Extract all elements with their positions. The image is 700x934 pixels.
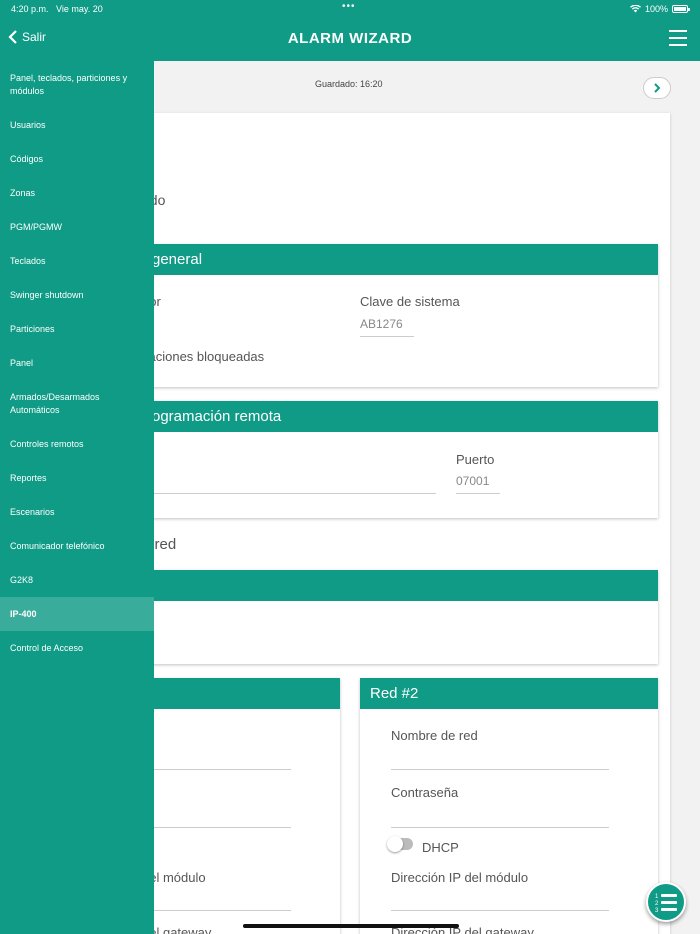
sidebar-item-codes[interactable]: Códigos [0, 142, 154, 176]
numbered-list-icon: 1 2 3 [655, 894, 677, 912]
port-label: Puerto [456, 452, 495, 467]
net2-ip-input[interactable] [391, 910, 609, 911]
sidebar-item-swinger[interactable]: Swinger shutdown [0, 278, 154, 312]
battery-percent: 100% [644, 4, 668, 14]
sidebar-item-pgm[interactable]: PGM/PGMW [0, 210, 154, 244]
ip400-card: ado general dor Clave de sistema AB1276 … [142, 113, 670, 934]
app-title: ALARM WIZARD [287, 30, 413, 47]
sidebar-item-panel[interactable]: Panel [0, 346, 154, 380]
svg-text:1: 1 [655, 894, 659, 900]
numbered-list-button[interactable]: 1 2 3 [646, 882, 686, 922]
dhcp-label: DHCP [422, 840, 459, 855]
sidebar-item-users[interactable]: Usuarios [0, 108, 154, 142]
sidebar-item-remotes[interactable]: Controles remotos [0, 427, 154, 461]
sidebar-item-zones[interactable]: Zonas [0, 176, 154, 210]
svg-text:2: 2 [655, 901, 659, 907]
sidebar-item-partitions[interactable]: Particiones [0, 312, 154, 346]
battery-icon [672, 5, 690, 13]
general-card: general dor Clave de sistema AB1276 caci… [142, 244, 658, 387]
blocked-label: caciones bloqueadas [142, 349, 265, 364]
net2-header: Red #2 [360, 678, 658, 709]
net1-password-input[interactable] [142, 827, 291, 828]
sidebar-item-access-control[interactable]: Control de Acceso [0, 631, 154, 665]
wifi-icon [629, 5, 641, 13]
system-key-underline [360, 336, 414, 337]
network-mode-header [142, 570, 658, 601]
sidebar-item-ip400[interactable]: IP-400 [0, 597, 154, 631]
remote-header: ogramación remota [142, 401, 658, 432]
status-bar: 4:20 p.m. Vie may. 20 ••• 100% [0, 0, 700, 18]
dhcp-toggle[interactable] [387, 836, 413, 852]
general-header: general [142, 244, 658, 275]
svg-text:3: 3 [655, 908, 659, 912]
sidebar-item-reports[interactable]: Reportes [0, 461, 154, 495]
system-key-label: Clave de sistema [360, 294, 460, 309]
saved-status: Guardado: 16:20 [315, 79, 383, 89]
net1-name-input[interactable] [142, 769, 291, 770]
port-underline [456, 493, 500, 494]
home-indicator[interactable] [243, 924, 459, 928]
net1-header [142, 678, 340, 709]
multitasking-dots-icon[interactable]: ••• [342, 1, 356, 12]
net2-password-input[interactable] [391, 827, 609, 828]
net2-password-label: Contraseña [391, 785, 459, 800]
net2-card: Red #2 Nombre de red Contraseña DHCP Dir… [360, 678, 658, 934]
sidebar-item-phone-communicator[interactable]: Comunicador telefónico [0, 529, 154, 563]
status-right: 100% [629, 4, 690, 14]
sidebar: Panel, teclados, particiones y módulos U… [0, 61, 154, 934]
sidebar-item-g2k8[interactable]: G2K8 [0, 563, 154, 597]
remote-address-underline[interactable] [142, 493, 436, 494]
hamburger-menu-icon[interactable] [669, 30, 687, 46]
net2-name-input[interactable] [391, 769, 609, 770]
sidebar-item-panel-keypads[interactable]: Panel, teclados, particiones y módulos [0, 61, 154, 108]
status-time: 4:20 p.m. Vie may. 20 [11, 4, 103, 14]
sidebar-item-scenarios[interactable]: Escenarios [0, 495, 154, 529]
net1-card: d del módulo del gateway [142, 678, 340, 934]
next-button[interactable] [643, 77, 671, 99]
net2-name-label: Nombre de red [391, 728, 478, 743]
net2-ip-label: Dirección IP del módulo [391, 870, 529, 885]
port-input[interactable]: 07001 [456, 474, 489, 488]
chevron-right-icon [654, 83, 661, 93]
system-key-input[interactable]: AB1276 [360, 317, 403, 331]
net1-ip-input[interactable] [142, 910, 291, 911]
nav-bar: Salir ALARM WIZARD [0, 18, 700, 61]
network-mode-card [142, 570, 658, 664]
sidebar-item-auto-arming[interactable]: Armados/Desarmados Automáticos [0, 380, 154, 427]
remote-card: ogramación remota Puerto 07001 [142, 401, 658, 518]
sidebar-item-keypads[interactable]: Teclados [0, 244, 154, 278]
